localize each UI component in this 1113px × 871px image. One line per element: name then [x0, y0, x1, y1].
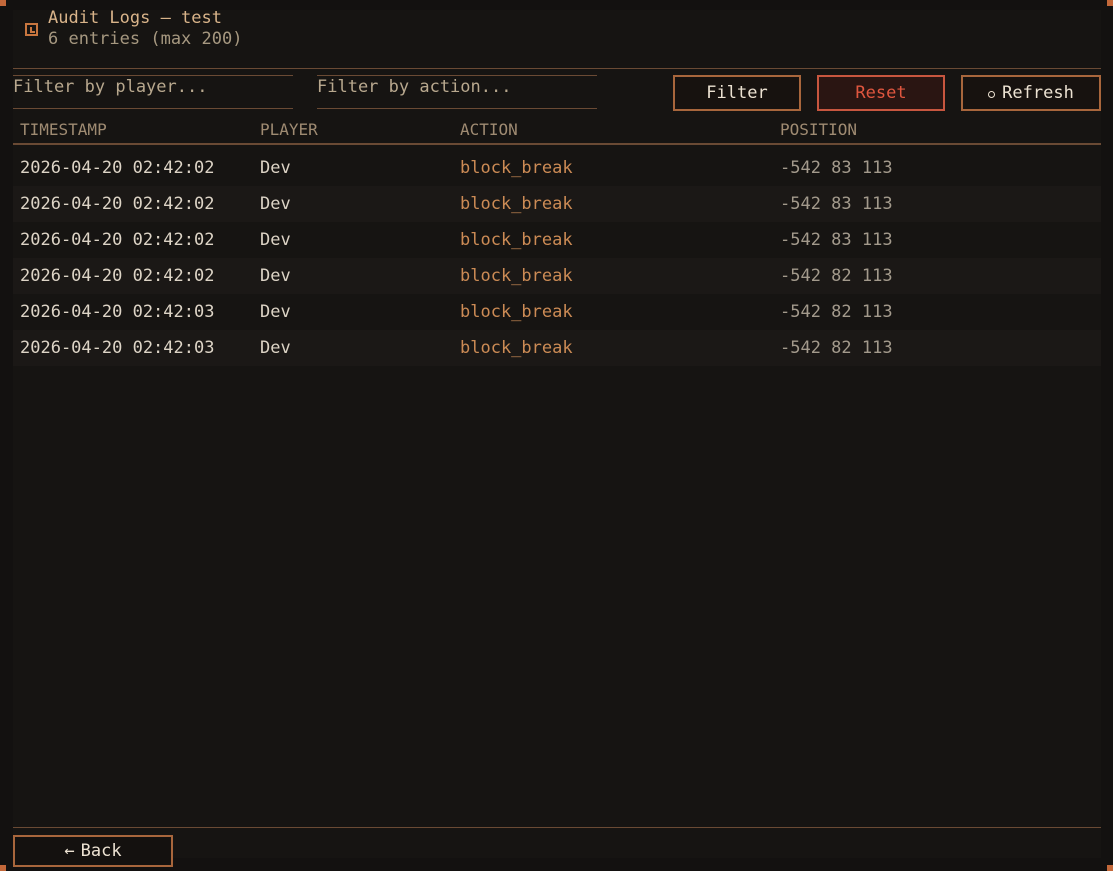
refresh-button-label: Refresh — [1002, 83, 1074, 103]
timestamp-cell: 2026-04-20 02:42:02 — [20, 194, 215, 214]
position-cell: -542 82 113 — [780, 302, 893, 322]
timestamp-cell: 2026-04-20 02:42:02 — [20, 266, 215, 286]
timestamp-cell: 2026-04-20 02:42:03 — [20, 302, 215, 322]
position-cell: -542 82 113 — [780, 338, 893, 358]
position-cell: -542 82 113 — [780, 266, 893, 286]
entry-count: 6 entries (max 200) — [48, 29, 243, 49]
refresh-icon — [988, 91, 996, 98]
frame-corner — [0, 0, 6, 6]
player-cell: Dev — [260, 302, 291, 322]
action-cell: block_break — [460, 194, 573, 214]
column-header-position: POSITION — [780, 120, 858, 139]
column-header-action: ACTION — [460, 120, 518, 139]
player-filter-input[interactable] — [13, 75, 293, 109]
frame-corner — [1107, 865, 1113, 871]
action-cell: block_break — [460, 230, 573, 250]
table-header: TIMESTAMP PLAYER ACTION POSITION — [13, 117, 1101, 143]
screen-frame: Audit Logs — test 6 entries (max 200) Fi… — [0, 0, 1113, 871]
reset-button-label: Reset — [855, 83, 907, 103]
table-row[interactable]: 2026-04-20 02:42:03 Dev block_break -542… — [13, 330, 1101, 366]
frame-corner — [0, 865, 6, 871]
filter-button[interactable]: Filter — [673, 75, 801, 111]
action-cell: block_break — [460, 158, 573, 178]
refresh-button[interactable]: Refresh — [961, 75, 1101, 111]
timestamp-cell: 2026-04-20 02:42:02 — [20, 230, 215, 250]
player-cell: Dev — [260, 158, 291, 178]
back-button-label: Back — [80, 841, 122, 861]
table-row[interactable]: 2026-04-20 02:42:02 Dev block_break -542… — [13, 258, 1101, 294]
footer-divider — [13, 827, 1101, 828]
arrow-left-icon: ← — [64, 841, 75, 861]
table-row[interactable]: 2026-04-20 02:42:02 Dev block_break -542… — [13, 186, 1101, 222]
player-cell: Dev — [260, 266, 291, 286]
action-cell: block_break — [460, 302, 573, 322]
column-header-player: PLAYER — [260, 120, 318, 139]
position-cell: -542 83 113 — [780, 230, 893, 250]
player-cell: Dev — [260, 338, 291, 358]
audit-log-table: TIMESTAMP PLAYER ACTION POSITION 2026-04… — [13, 117, 1101, 366]
action-filter-input[interactable] — [317, 75, 597, 109]
back-button[interactable]: ← Back — [13, 835, 173, 867]
position-cell: -542 83 113 — [780, 194, 893, 214]
filter-button-label: Filter — [706, 83, 768, 103]
clock-icon — [25, 23, 38, 36]
player-cell: Dev — [260, 230, 291, 250]
action-cell: block_break — [460, 338, 573, 358]
action-cell: block_break — [460, 266, 573, 286]
header-divider — [13, 68, 1101, 69]
table-row[interactable]: 2026-04-20 02:42:02 Dev block_break -542… — [13, 222, 1101, 258]
reset-button[interactable]: Reset — [817, 75, 945, 111]
column-header-timestamp: TIMESTAMP — [20, 120, 107, 139]
frame-corner — [1107, 0, 1113, 6]
table-row[interactable]: 2026-04-20 02:42:02 Dev block_break -542… — [13, 150, 1101, 186]
table-row[interactable]: 2026-04-20 02:42:03 Dev block_break -542… — [13, 294, 1101, 330]
player-cell: Dev — [260, 194, 291, 214]
timestamp-cell: 2026-04-20 02:42:02 — [20, 158, 215, 178]
position-cell: -542 83 113 — [780, 158, 893, 178]
page-title: Audit Logs — test — [48, 8, 222, 28]
timestamp-cell: 2026-04-20 02:42:03 — [20, 338, 215, 358]
